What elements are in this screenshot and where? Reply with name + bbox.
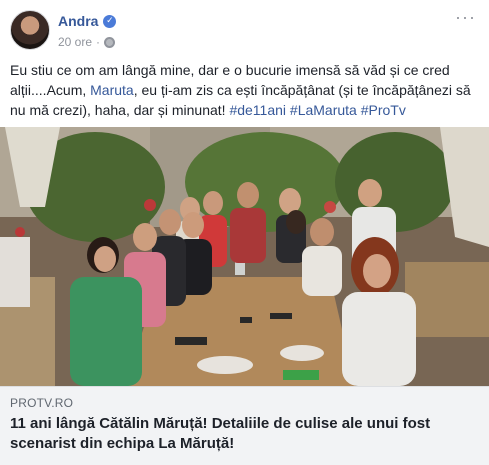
link-title[interactable]: 11 ani lângă Cătălin Măruță! Detaliile d… — [10, 414, 475, 454]
hashtag-link[interactable]: #ProTv — [361, 102, 406, 118]
post-header: Andra ✓ 20 ore · ··· — [10, 8, 479, 54]
post-text-line-2: alții....Acum, Maruta, eu ți-am zis ca e… — [10, 80, 475, 100]
post-text-fragment: alții....Acum, — [10, 82, 91, 98]
post-text: Eu stiu ce om am lângă mine, dar e o buc… — [10, 60, 475, 120]
post-text-fragment: nu mă crezi), haha, dar și minunat! — [10, 102, 230, 118]
link-source: PROTV.RO — [10, 396, 74, 410]
mention-link[interactable]: Maruta — [90, 82, 134, 98]
hashtag-link[interactable]: #de11ani — [229, 102, 286, 118]
more-options-icon[interactable]: ··· — [455, 8, 475, 26]
author-name[interactable]: Andra — [58, 13, 98, 29]
verified-badge-icon: ✓ — [103, 14, 117, 28]
facebook-post: Andra ✓ 20 ore · ··· Eu stiu ce om am lâ… — [0, 0, 489, 465]
hashtag-link[interactable]: #LaMaruta — [290, 102, 357, 118]
link-preview[interactable]: PROTV.RO 11 ani lângă Cătălin Măruță! De… — [0, 386, 489, 465]
post-meta: 20 ore · — [58, 34, 116, 50]
group-photo-image — [0, 127, 489, 386]
globe-icon[interactable] — [104, 36, 116, 48]
author-row: Andra ✓ — [58, 12, 117, 30]
meta-separator: · — [96, 35, 101, 49]
post-photo[interactable] — [0, 127, 489, 386]
post-timestamp[interactable]: 20 ore — [58, 35, 92, 49]
post-text-line-3: nu mă crezi), haha, dar și minunat! #de1… — [10, 100, 475, 120]
post-text-line-1: Eu stiu ce om am lângă mine, dar e o buc… — [10, 62, 450, 78]
post-text-fragment: , eu ți-am zis ca ești încăpățânat (și t… — [133, 82, 471, 98]
author-avatar[interactable] — [10, 10, 50, 50]
